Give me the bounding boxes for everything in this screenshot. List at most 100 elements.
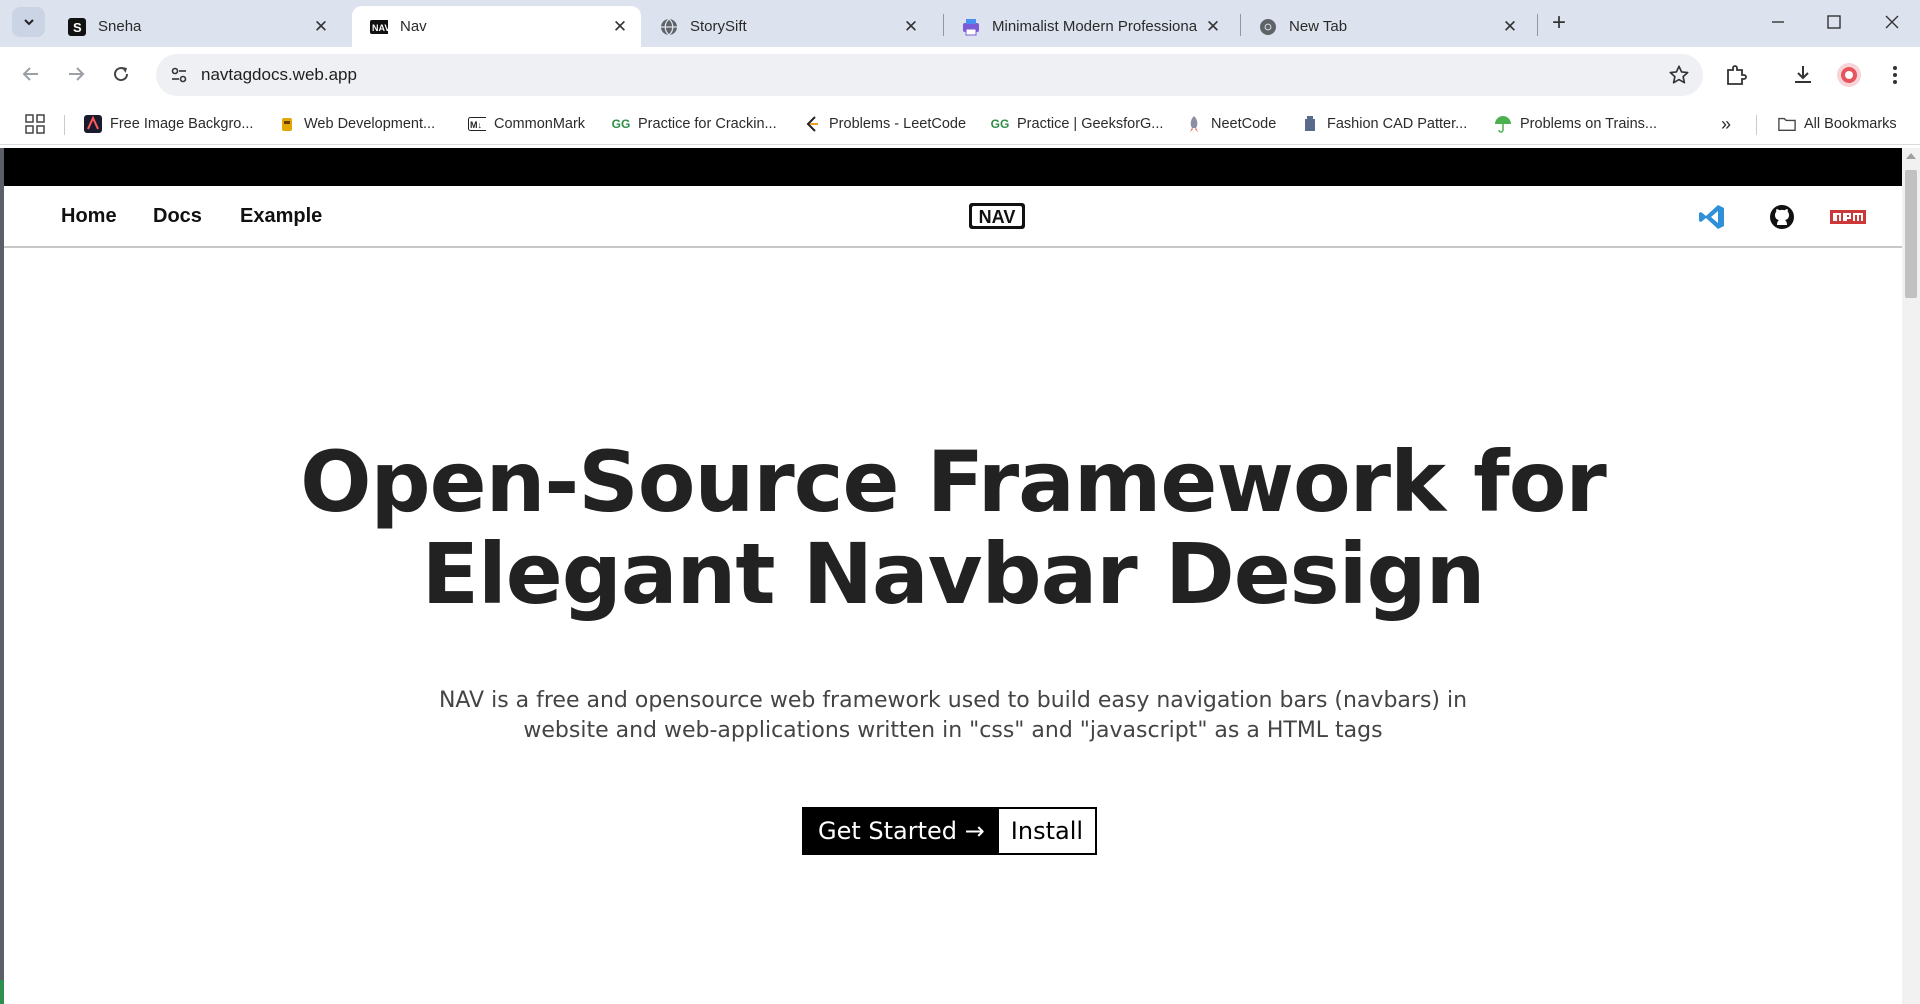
hero-desc-line2: website and web-applications written in … [523, 718, 1383, 743]
chrome-icon [1259, 18, 1277, 36]
download-icon [1795, 66, 1811, 83]
browser-menu-button[interactable] [1878, 58, 1912, 92]
more-vertical-icon [1893, 66, 1897, 84]
globe-icon [660, 17, 678, 36]
arrow-left-icon [22, 67, 38, 81]
reload-button[interactable] [104, 57, 138, 91]
nav-link-docs[interactable]: Docs [153, 205, 202, 228]
extensions-button[interactable] [1719, 58, 1753, 92]
folder-icon [1778, 115, 1796, 133]
npm-link[interactable] [1830, 202, 1866, 232]
bookmark-item[interactable]: Fashion CAD Patter... [1301, 113, 1467, 135]
address-bar[interactable]: navtagdocs.web.app [156, 54, 1703, 96]
bookmark-item[interactable]: Problems on Trains... [1494, 113, 1657, 135]
geeksforgeeks-icon: GG [990, 117, 1010, 131]
github-icon [1770, 205, 1794, 229]
minimize-icon [1772, 21, 1784, 23]
svg-text:M↓: M↓ [470, 120, 482, 130]
site-top-bar [4, 148, 1902, 186]
forward-button[interactable] [59, 57, 93, 91]
hero-title-line2: Elegant Navbar Design [421, 525, 1486, 623]
geeksforgeeks-icon: GG [611, 117, 631, 131]
maximize-button[interactable] [1806, 0, 1862, 44]
new-tab-button[interactable]: + [1545, 9, 1573, 37]
leetcode-icon [803, 115, 821, 133]
close-tab-icon[interactable]: ✕ [1204, 17, 1222, 36]
scroll-up-arrow-icon[interactable] [1906, 153, 1916, 159]
maximize-icon [1827, 15, 1841, 29]
site-info-button[interactable] [164, 60, 194, 90]
hero-button-group: Get Started → Install [802, 807, 1098, 855]
svg-text:S: S [73, 20, 82, 35]
markdown-icon: M↓ [468, 115, 486, 133]
apps-button[interactable] [25, 113, 45, 135]
url-text[interactable]: navtagdocs.web.app [201, 65, 357, 85]
svg-text:NAV: NAV [372, 23, 388, 33]
hero-title: Open-Source Framework for Elegant Navbar… [4, 436, 1902, 620]
web-dev-icon [278, 115, 296, 133]
tab-nav[interactable]: NAV Nav ✕ [352, 6, 641, 47]
scrollbar-thumb[interactable] [1905, 170, 1917, 298]
rocket-icon [1185, 115, 1203, 133]
adobe-icon [84, 115, 102, 133]
hero-description: NAV is a free and opensource web framewo… [353, 686, 1553, 746]
bookmarks-bar: Free Image Backgro... Web Development...… [0, 103, 1920, 145]
plus-icon: + [1551, 9, 1566, 36]
sneha-favicon-icon: S [68, 17, 86, 36]
downloads-button[interactable] [1786, 58, 1820, 92]
umbrella-icon [1494, 115, 1512, 133]
bookmark-item[interactable]: Free Image Backgro... [84, 113, 253, 135]
page-scrollbar[interactable] [1902, 148, 1920, 1004]
vscode-icon [1699, 205, 1724, 229]
fashion-icon [1301, 115, 1319, 133]
close-window-button[interactable] [1864, 0, 1920, 44]
bookmark-item[interactable]: Web Development... [278, 113, 435, 135]
chevron-down-icon [23, 19, 34, 26]
close-tab-icon[interactable]: ✕ [1501, 17, 1519, 36]
vscode-link[interactable] [1696, 202, 1728, 232]
bookmark-item[interactable]: Problems - LeetCode [803, 113, 966, 135]
tab-strip: S Sneha ✕ NAV Nav ✕ StorySift ✕ Minimali… [0, 0, 1920, 47]
nav-link-home[interactable]: Home [61, 205, 117, 228]
all-bookmarks-button[interactable]: All Bookmarks [1778, 113, 1897, 135]
tab-separator [1537, 14, 1538, 36]
tab-title: Sneha [98, 18, 142, 35]
tab-title: StorySift [690, 18, 747, 35]
bookmark-item[interactable]: GG Practice for Crackin... [612, 113, 777, 135]
nav-favicon-icon: NAV [370, 18, 388, 36]
tab-sneha[interactable]: S Sneha ✕ [50, 6, 342, 47]
tab-minimalist[interactable]: Minimalist Modern Professional ✕ [944, 6, 1234, 47]
nav-logo[interactable]: NAV [967, 199, 1027, 233]
page-viewport: Home Docs Example NAV Open-Source Framew… [4, 148, 1902, 1004]
get-started-button[interactable]: Get Started → [804, 809, 999, 853]
close-tab-icon[interactable]: ✕ [312, 17, 330, 36]
install-button[interactable]: Install [998, 809, 1096, 853]
tab-storysift[interactable]: StorySift ✕ [642, 6, 932, 47]
profile-button[interactable] [1832, 58, 1866, 92]
printer-icon [962, 18, 980, 36]
close-tab-icon[interactable]: ✕ [611, 17, 629, 36]
tab-title: Nav [400, 18, 427, 35]
nav-link-example[interactable]: Example [240, 205, 322, 228]
tab-search-button[interactable] [12, 7, 45, 37]
tab-new-tab[interactable]: New Tab ✕ [1241, 6, 1531, 47]
bookmark-item[interactable]: NeetCode [1185, 113, 1276, 135]
bookmark-star-icon[interactable] [1665, 61, 1693, 89]
bookmarks-divider [1756, 115, 1757, 135]
logo-text: NAV [979, 207, 1016, 227]
hero-title-line1: Open-Source Framework for [300, 433, 1607, 531]
npm-icon [1830, 210, 1866, 224]
bookmark-item[interactable]: GG Practice | GeeksforG... [990, 113, 1164, 135]
arrow-right-icon [69, 67, 85, 81]
close-tab-icon[interactable]: ✕ [902, 17, 920, 36]
more-bookmarks-button[interactable]: » [1721, 113, 1731, 135]
bookmark-item[interactable]: M↓ CommonMark [468, 113, 585, 135]
browser-toolbar: navtagdocs.web.app [0, 47, 1920, 103]
github-link[interactable] [1766, 202, 1798, 232]
hero-desc-line1: NAV is a free and opensource web framewo… [438, 688, 1468, 713]
back-button[interactable] [14, 57, 48, 91]
bookmarks-divider [64, 115, 65, 135]
minimize-button[interactable] [1750, 0, 1806, 44]
tune-icon [171, 67, 187, 83]
apps-grid-icon [25, 114, 45, 134]
